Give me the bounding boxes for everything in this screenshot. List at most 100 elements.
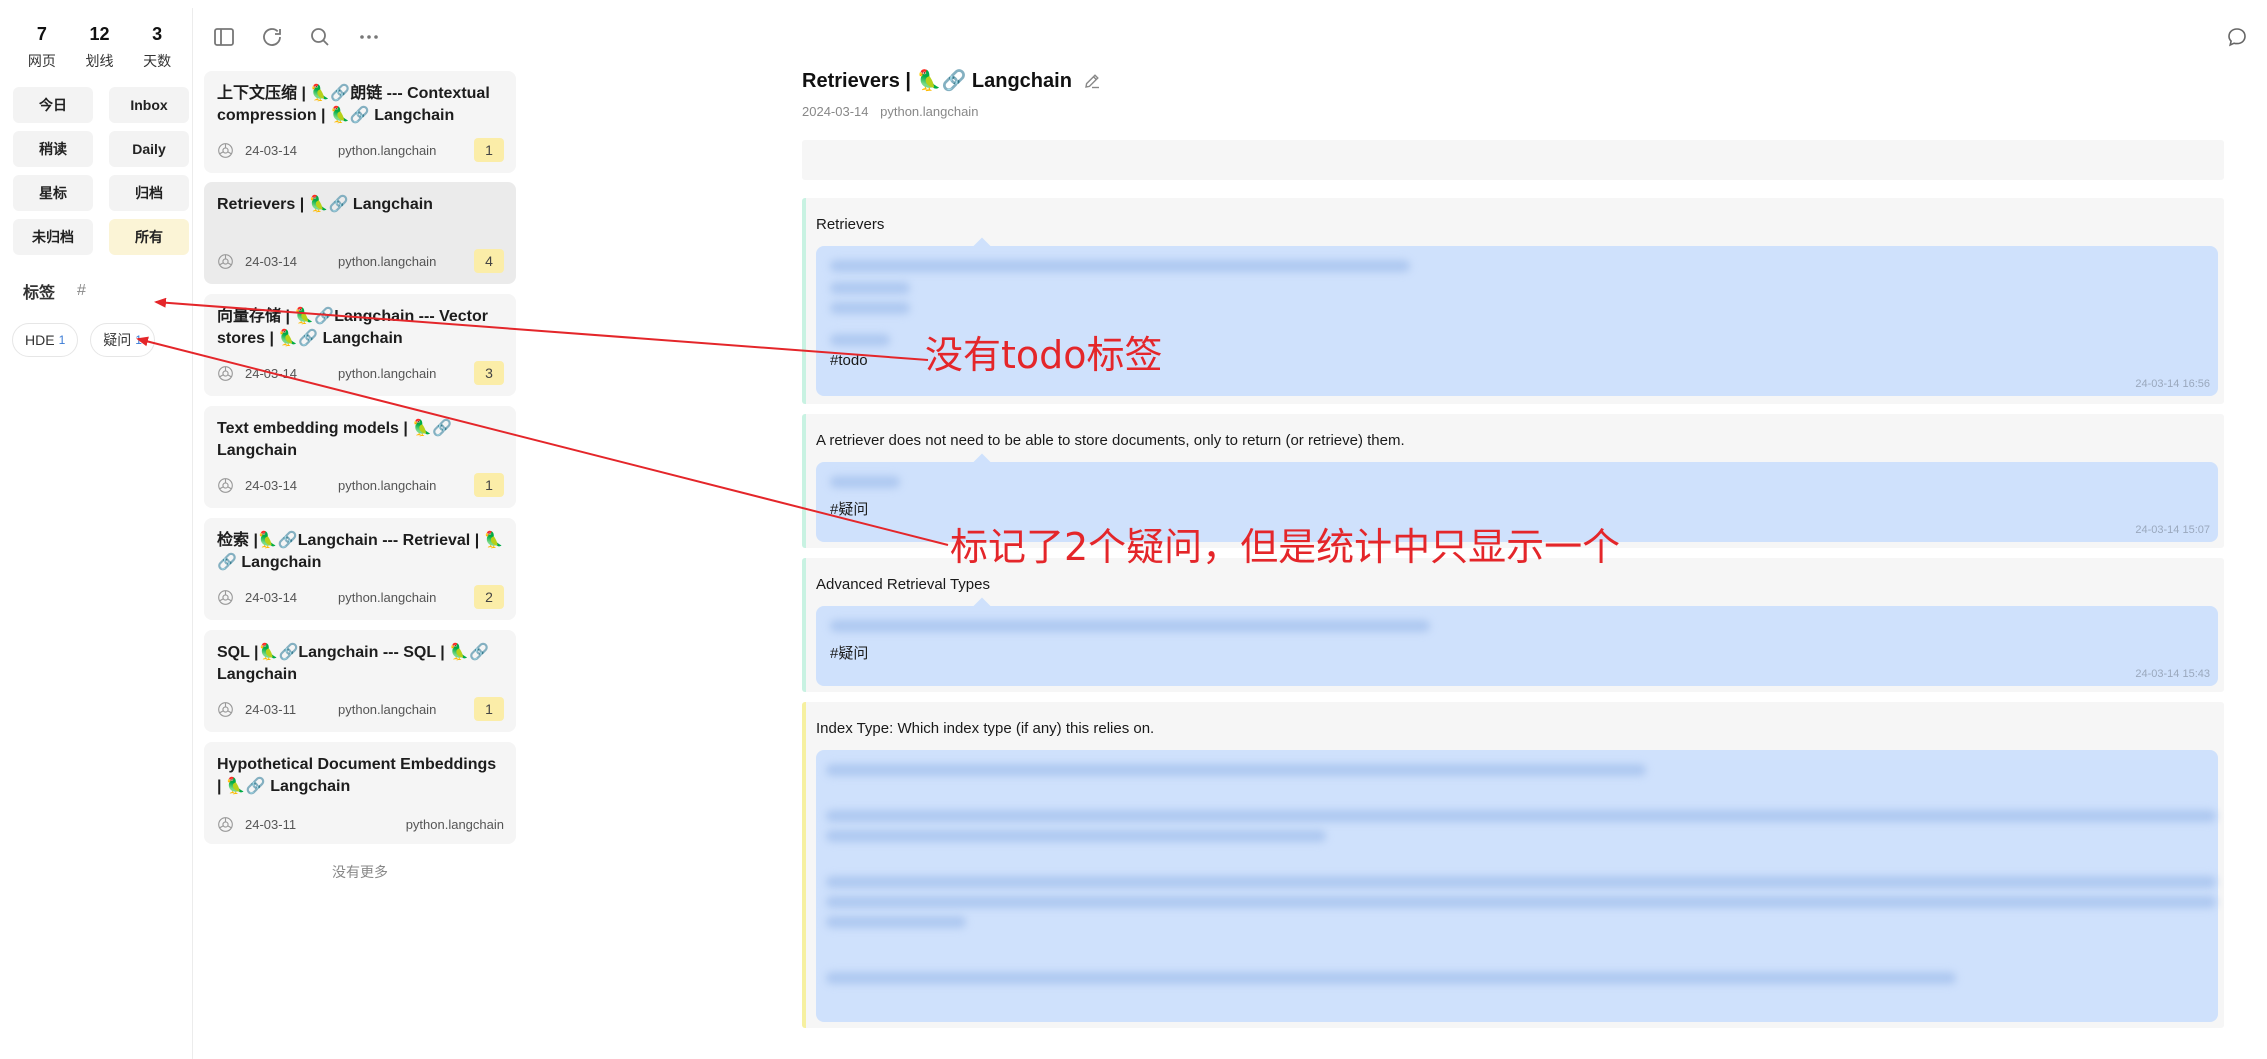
stat-number: 7 (36, 24, 47, 44)
article-meta: 24-03-14 python.langchain 1 (217, 473, 504, 497)
search-icon[interactable] (308, 25, 332, 49)
tag-count: 1 (135, 333, 142, 347)
filter-daily[interactable]: Daily (109, 131, 189, 167)
article-card[interactable]: Text embedding models | 🦜🔗 Langchain 24-… (204, 406, 516, 508)
highlight-count-badge: 1 (474, 138, 504, 162)
browser-icon (218, 817, 233, 832)
highlight-quote: Advanced Retrieval Types (816, 576, 990, 593)
note-tag: #todo (830, 352, 868, 369)
stat-number: 12 (89, 24, 110, 44)
highlight-block[interactable]: Index Type: Which index type (if any) th… (802, 702, 2224, 1028)
article-card[interactable]: 向量存储 | 🦜🔗Langchain --- Vector stores | 🦜… (204, 294, 516, 396)
detail-domain[interactable]: python.langchain (880, 104, 978, 119)
highlight-count-badge: 3 (474, 361, 504, 385)
note-pointer (973, 597, 991, 615)
blurred-text (830, 282, 910, 294)
tag-chip-question[interactable]: 疑问 1 (90, 323, 155, 357)
filter-grid: 今日 Inbox 稍读 Daily 星标 归档 未归档 所有 (13, 87, 192, 255)
article-date: 24-03-11 (245, 817, 297, 832)
stat-label: 网页 (27, 53, 56, 69)
stat-highlights: 12 划线 (71, 24, 129, 71)
highlight-note[interactable]: #疑问 24-03-14 15:43 (816, 597, 2218, 686)
article-date: 24-03-14 (245, 253, 298, 269)
filter-today[interactable]: 今日 (13, 87, 93, 123)
article-title: Retrievers | 🦜🔗 Langchain (217, 196, 433, 213)
note-pointer (973, 237, 991, 255)
article-title: Text embedding models | 🦜🔗 Langchain (217, 420, 453, 459)
article-title: 上下文压缩 | 🦜🔗朗链 --- Contextual compression … (217, 85, 490, 124)
highlight-count-badge: 1 (474, 697, 504, 721)
filter-inbox[interactable]: Inbox (109, 87, 189, 123)
stat-number: 3 (152, 24, 163, 44)
tag-count: 1 (58, 333, 66, 347)
browser-icon (218, 701, 233, 717)
article-domain: python.langchain (338, 701, 437, 717)
article-date: 24-03-14 (245, 477, 298, 493)
highlight-count-badge: 1 (474, 473, 504, 497)
detail-title: Retrievers | 🦜🔗 Langchain (802, 68, 1102, 93)
article-meta: 24-03-14 python.langchain 1 (217, 138, 504, 162)
highlight-quote: Retrievers (816, 216, 885, 233)
blurred-text (826, 764, 1646, 776)
refresh-icon[interactable] (260, 25, 284, 49)
article-title: 向量存储 | 🦜🔗Langchain --- Vector stores | 🦜… (217, 308, 489, 347)
article-domain: python.langchain (338, 253, 437, 269)
sidebar-toggle-icon[interactable] (212, 25, 236, 49)
filter-unarchived[interactable]: 未归档 (13, 219, 93, 255)
no-more-label: 没有更多 (332, 864, 388, 880)
filter-read-later[interactable]: 稍读 (13, 131, 93, 167)
annotation-two-questions: 标记了2个疑问，但是统计中只显示一个 (950, 525, 1621, 569)
article-domain: python.langchain (338, 142, 437, 158)
article-domain: python.langchain (338, 477, 437, 493)
highlight-quote: Index Type: Which index type (if any) th… (816, 720, 1155, 737)
stats-row: 7 网页 12 划线 3 天数 (3, 8, 192, 71)
tag-chip-hde[interactable]: HDE 1 (12, 323, 79, 357)
highlight-count-badge: 4 (474, 249, 504, 273)
chat-icon[interactable] (2226, 26, 2248, 48)
tag-chips: HDE 1 疑问 1 (12, 323, 192, 357)
stat-label: 天数 (143, 53, 172, 69)
edit-icon[interactable] (1082, 71, 1102, 91)
article-card[interactable]: 上下文压缩 | 🦜🔗朗链 --- Contextual compression … (204, 71, 516, 173)
filter-archived[interactable]: 归档 (109, 175, 189, 211)
tags-header: 标签 # (23, 279, 192, 303)
article-title: 检索 |🦜🔗Langchain --- Retrieval | 🦜🔗 Langc… (217, 532, 504, 571)
article-meta: 24-03-11 python.langchain (217, 816, 504, 833)
article-card[interactable]: Hypothetical Document Embeddings | 🦜🔗 La… (204, 742, 516, 844)
highlight-note[interactable] (816, 750, 2218, 1022)
highlight-quote: A retriever does not need to be able to … (816, 432, 1405, 449)
detail-meta: 2024-03-14 python.langchain (802, 104, 978, 119)
tag-name: 疑问 (103, 332, 132, 348)
article-date: 24-03-14 (245, 589, 298, 605)
stat-days: 3 天数 (128, 24, 186, 71)
note-pointer (973, 453, 991, 471)
article-domain: python.langchain (338, 365, 437, 381)
hash-icon[interactable]: # (77, 282, 86, 300)
blurred-text (826, 972, 1956, 984)
blurred-text (830, 476, 900, 488)
note-timestamp: 24-03-14 15:07 (2135, 524, 2210, 536)
blurred-text (826, 916, 966, 928)
tags-heading: 标签 (23, 285, 56, 302)
filter-starred[interactable]: 星标 (13, 175, 93, 211)
note-timestamp: 24-03-14 15:43 (2135, 668, 2210, 680)
page-note-box[interactable] (802, 140, 2224, 180)
blurred-text (826, 876, 2216, 888)
note-timestamp: 24-03-14 16:56 (2135, 378, 2210, 390)
more-icon[interactable] (357, 25, 381, 49)
detail-date: 2024-03-14 (802, 104, 869, 119)
filter-all[interactable]: 所有 (109, 219, 189, 255)
article-date: 24-03-14 (245, 365, 298, 381)
article-date: 24-03-14 (245, 142, 298, 158)
browser-icon (218, 253, 233, 269)
article-card[interactable]: Retrievers | 🦜🔗 Langchain 24-03-14 pytho… (204, 182, 516, 284)
article-title: Hypothetical Document Embeddings | 🦜🔗 La… (217, 756, 497, 795)
blurred-text (830, 620, 1430, 632)
article-card[interactable]: 检索 |🦜🔗Langchain --- Retrieval | 🦜🔗 Langc… (204, 518, 516, 620)
article-card[interactable]: SQL |🦜🔗Langchain --- SQL | 🦜🔗 Langchain … (204, 630, 516, 732)
blurred-text (830, 302, 910, 314)
highlight-block[interactable]: Advanced Retrieval Types #疑问 24-03-14 15… (802, 558, 2224, 692)
article-domain: python.langchain (338, 589, 437, 605)
note-tag: #疑问 (830, 645, 869, 662)
article-domain: python.langchain (405, 817, 504, 832)
